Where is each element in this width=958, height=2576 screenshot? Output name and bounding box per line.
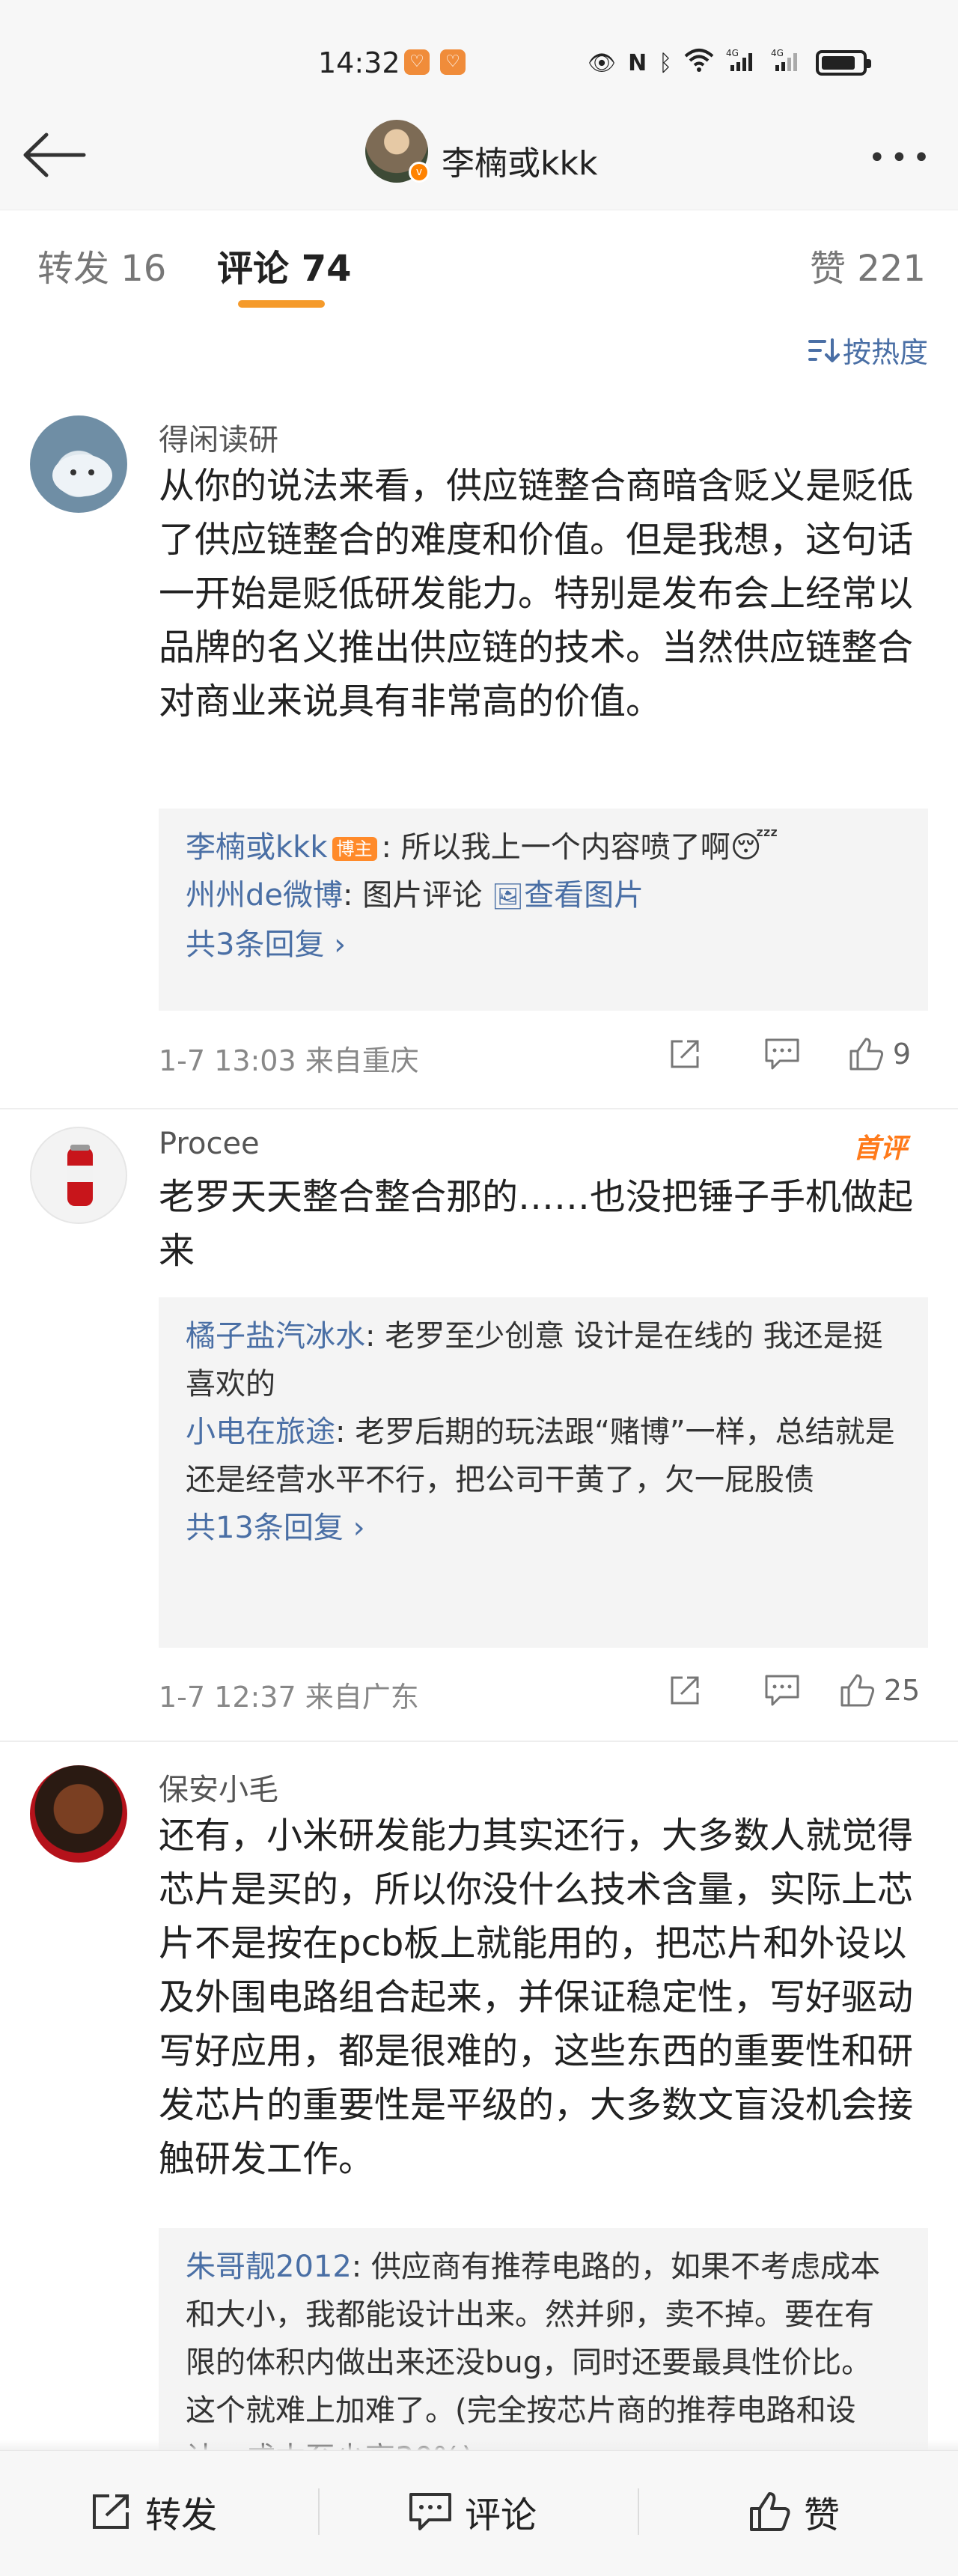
share-icon: [671, 1040, 699, 1068]
comment-time: 1-7 13:03: [159, 1044, 296, 1077]
comment-meta: 1-7 12:37 来自广东: [159, 1674, 419, 1715]
comment-icon: [765, 1038, 799, 1070]
reply-item: 州州de微博: 图片评论 🖼查看图片: [186, 871, 901, 921]
divider: [0, 1108, 958, 1109]
comment-actions: 9: [636, 1033, 928, 1075]
bluetooth-icon: ᛒ: [659, 49, 673, 76]
comment-time: 1-7 12:37: [159, 1681, 296, 1714]
more-options-icon[interactable]: •••: [868, 141, 935, 175]
tab-comments[interactable]: 评论 74: [217, 239, 352, 291]
active-tab-indicator: [238, 300, 325, 308]
first-comment-tag: 首评: [853, 1133, 908, 1164]
reply-author[interactable]: 州州de微博: [186, 878, 343, 913]
commenter-avatar[interactable]: [30, 1127, 127, 1224]
signal-4g-icon: 4G: [726, 47, 759, 79]
comment-location: 来自重庆: [305, 1044, 419, 1077]
notification-icon: ♡: [404, 49, 430, 75]
divider: [0, 1741, 958, 1742]
divider: [638, 2488, 639, 2535]
reply-author[interactable]: 橘子盐汽冰水: [186, 1319, 365, 1354]
wifi-icon: [684, 47, 714, 79]
image-icon: 🖼: [491, 882, 525, 912]
verified-badge-icon: v: [409, 162, 430, 183]
tab-reposts[interactable]: 转发 16: [37, 239, 166, 291]
reply-item: 李楠或kkk 博主: 所以我上一个内容喷了啊😴: [186, 823, 901, 871]
like-button[interactable]: 9: [831, 1033, 928, 1075]
more-replies-link[interactable]: 共13条回复 ›: [186, 1504, 901, 1552]
comment-text: 还有，小米研发能力其实还行，大多数人就觉得芯片是买的，所以你没什么技术含量，实际…: [159, 1815, 914, 2180]
like-button[interactable]: 25: [831, 1669, 928, 1711]
sort-label: 按热度: [842, 336, 928, 369]
thumbs-up-icon: [840, 1674, 874, 1707]
commenter-name[interactable]: 保安小毛: [159, 1765, 278, 1809]
comment-meta: 1-7 13:03 来自重庆: [159, 1038, 419, 1079]
commenter-avatar[interactable]: [30, 415, 127, 513]
commenter-name[interactable]: Procee: [159, 1127, 260, 1161]
like-count: 9: [892, 1038, 912, 1071]
more-replies-link[interactable]: 共3条回复 ›: [186, 921, 901, 969]
sort-icon: [808, 338, 840, 362]
reply-box[interactable]: 朱哥靓2012: 供应商有推荐电路的，如果不考虑成本和大小，我都能设计出来。然并…: [159, 2228, 928, 2452]
back-button[interactable]: [21, 129, 88, 181]
tab-bar: 转发 16 评论 74 赞 221: [0, 210, 958, 322]
thumbs-up-icon: [750, 2492, 790, 2531]
reply-item: 小电在旅途: 老罗后期的玩法跟“赌博”一样，总结就是还是经营水平不行，把公司干黄…: [186, 1408, 901, 1504]
author-name[interactable]: 李楠或kkk: [442, 136, 597, 184]
reply-button[interactable]: [733, 1669, 831, 1711]
eye-icon: 👁: [588, 49, 617, 76]
notification-icon: ♡: [440, 49, 466, 75]
share-icon: [671, 1676, 699, 1705]
reply-box[interactable]: 橘子盐汽冰水: 老罗至少创意 设计是在线的 我还是挺喜欢的 小电在旅途: 老罗后…: [159, 1297, 928, 1648]
repost-button[interactable]: 转发: [90, 2485, 217, 2538]
reply-item: 朱哥靓2012: 供应商有推荐电路的，如果不考虑成本和大小，我都能设计出来。然并…: [186, 2243, 901, 2452]
bottom-action-bar: 转发 评论 赞: [0, 2450, 958, 2576]
share-button[interactable]: [636, 1033, 733, 1075]
reply-box[interactable]: 李楠或kkk 博主: 所以我上一个内容喷了啊😴 州州de微博: 图片评论 🖼查看图…: [159, 809, 928, 1011]
reply-author[interactable]: 李楠或kkk: [186, 830, 328, 865]
comment-icon: [409, 2493, 451, 2530]
author-badge: 博主: [332, 837, 377, 861]
thumbs-up-icon: [849, 1038, 883, 1071]
reply-text: : 图片评论: [343, 878, 492, 913]
status-time: 14:32: [318, 46, 400, 79]
comment-icon: [765, 1675, 799, 1706]
comment-text: 从你的说法来看，供应链整合商暗含贬义是贬低了供应链整合的难度和价值。但是我想，这…: [159, 465, 914, 722]
tab-likes[interactable]: 赞 221: [810, 239, 926, 291]
reply-author[interactable]: 朱哥靓2012: [186, 2250, 352, 2284]
divider: [318, 2488, 320, 2535]
battery-icon: [816, 50, 872, 76]
svg-text:4G: 4G: [726, 48, 739, 58]
comment-text: 老罗天天整合整合那的……也没把锤子手机做起来: [159, 1176, 914, 1272]
commenter-name[interactable]: 得闲读研: [159, 415, 278, 459]
comment-location: 来自广东: [305, 1681, 419, 1714]
status-icons: 👁 N ᛒ 4G 4G: [588, 46, 872, 79]
back-arrow-icon: [23, 133, 86, 177]
view-image-link[interactable]: 🖼查看图片: [492, 878, 644, 913]
like-count: 25: [883, 1674, 921, 1707]
svg-text:4G: 4G: [771, 48, 784, 58]
sort-by-hot-button[interactable]: 按热度: [808, 329, 928, 371]
reply-text: : 所以我上一个内容喷了啊😴: [381, 830, 778, 865]
like-button[interactable]: 赞: [748, 2485, 840, 2538]
comment-button[interactable]: 评论: [408, 2485, 537, 2538]
top-nav-bar: v 李楠或kkk •••: [0, 97, 958, 210]
signal-4g-icon: 4G: [771, 47, 804, 79]
reply-item: 橘子盐汽冰水: 老罗至少创意 设计是在线的 我还是挺喜欢的: [186, 1312, 901, 1408]
commenter-avatar[interactable]: [30, 1765, 127, 1863]
reply-button[interactable]: [733, 1033, 831, 1075]
reply-author[interactable]: 小电在旅途: [186, 1415, 335, 1449]
comment-actions: 25: [636, 1669, 928, 1711]
share-button[interactable]: [636, 1669, 733, 1711]
nfc-icon: N: [628, 49, 647, 76]
share-icon: [93, 2494, 129, 2529]
